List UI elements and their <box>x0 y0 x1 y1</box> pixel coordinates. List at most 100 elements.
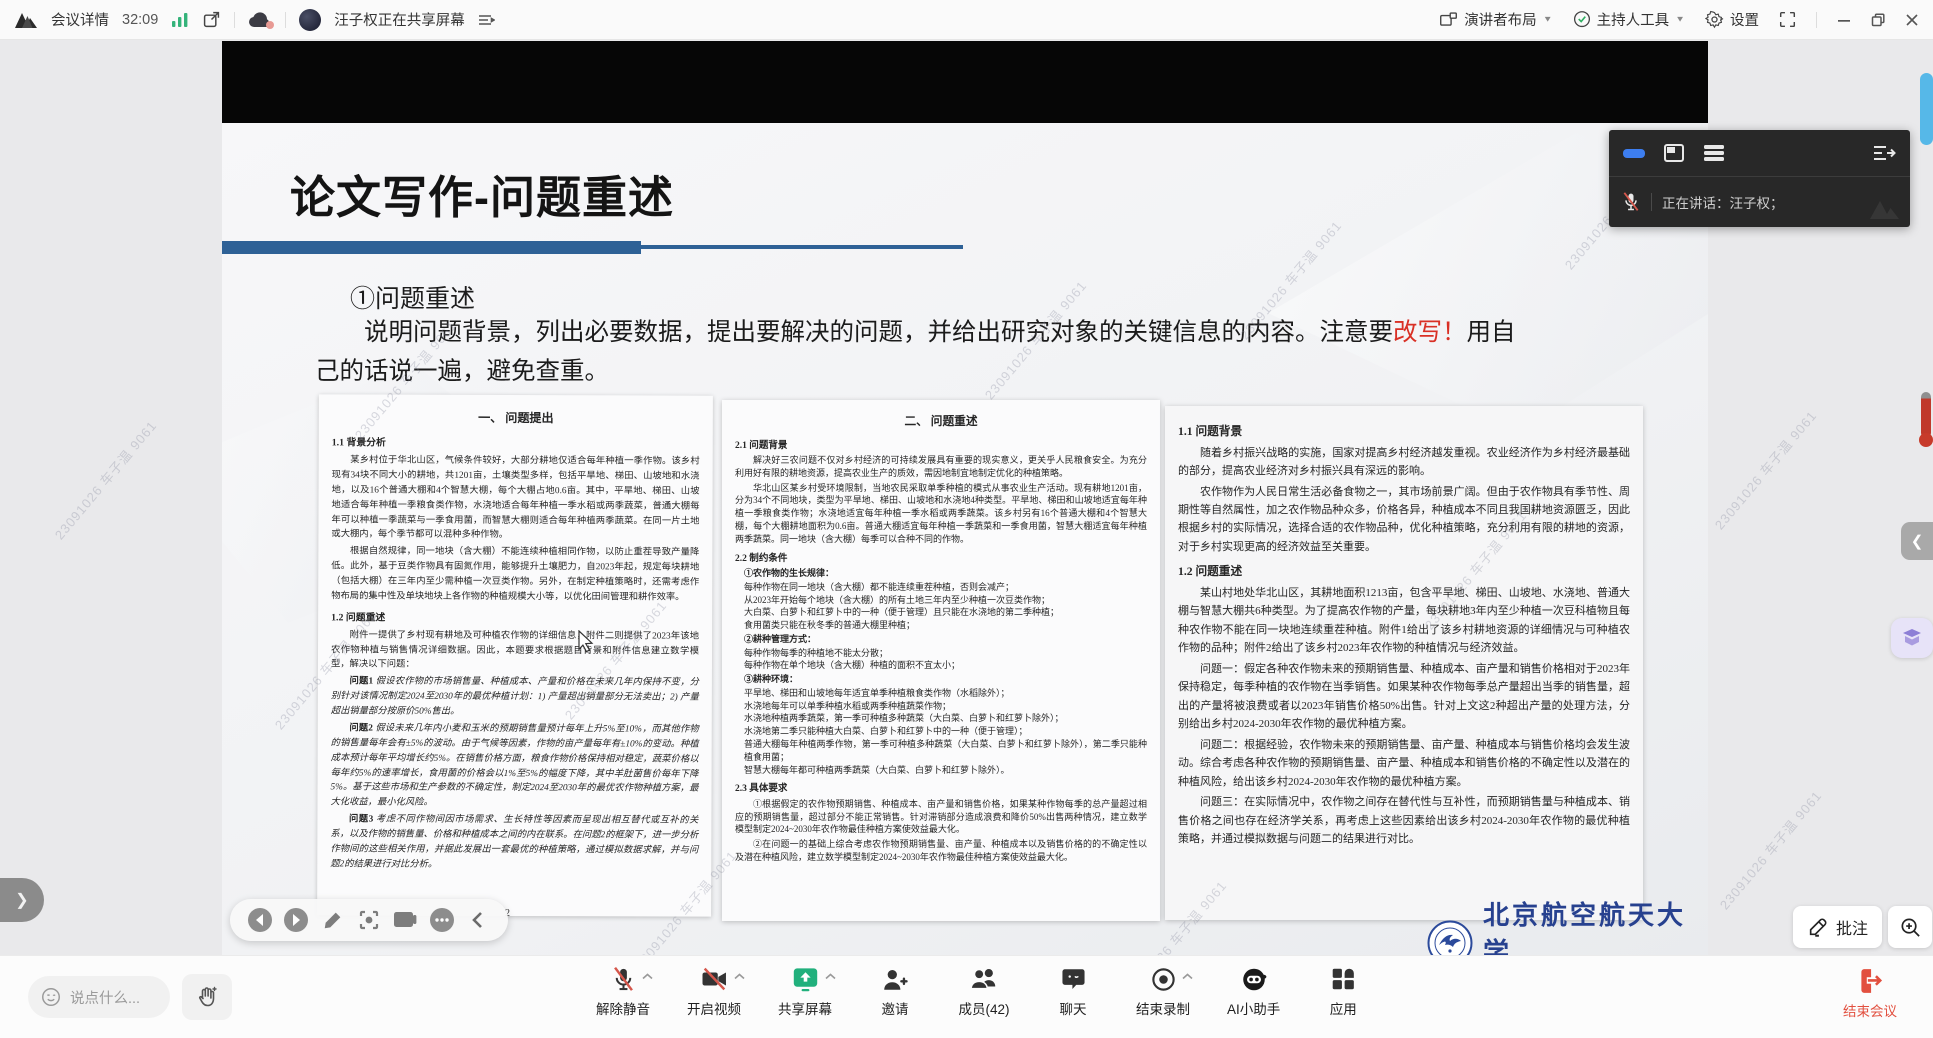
right-edge-expand-tab[interactable]: ❮ <box>1901 522 1933 560</box>
doc-block: 问题三：在实际情况中，农作物之间存在替代性与互补性，而预期销售量与种植成本、销售… <box>1178 793 1630 848</box>
doc-block: 问题二：根据经验，农作物未来的预期销售量、亩产量、种植成本与销售价格均会发生波动… <box>1178 736 1630 791</box>
layout-button[interactable]: 演讲者布局▼ <box>1439 9 1552 30</box>
doc-block: 水浇地每年可以单季种植水稻或两季种植蔬菜作物； <box>735 700 1147 713</box>
sharer-avatar[interactable] <box>299 9 321 31</box>
notes-float-button[interactable] <box>1891 618 1933 658</box>
host-tools-button[interactable]: 主持人工具▼ <box>1573 9 1685 30</box>
toolbar-button-apps[interactable]: 应用 <box>1317 964 1369 1018</box>
quick-chat-input[interactable]: 说点什么... <box>28 976 170 1018</box>
minimize-panel-button[interactable] <box>1623 149 1645 158</box>
raise-hand-button[interactable] <box>182 974 232 1020</box>
doc-block: ①农作物的生长规律： <box>735 567 1147 580</box>
toolbar-button-share-screen[interactable]: 共享屏幕 <box>778 964 832 1018</box>
settings-button[interactable]: 设置 <box>1705 9 1759 30</box>
network-signal-icon[interactable] <box>171 12 189 28</box>
toolbar-button-mic-muted[interactable]: 解除静音 <box>596 964 650 1018</box>
speaker-panel-controls <box>1609 130 1910 177</box>
record-stop-icon <box>1150 964 1177 994</box>
doc-block: 1.2 问题重述 <box>331 610 699 627</box>
divider <box>234 12 235 28</box>
thumbnail-view-icon[interactable] <box>1663 143 1685 163</box>
doc-block: 1.1 问题背景 <box>1178 422 1630 442</box>
toolbar-button-invite[interactable]: 邀请 <box>869 964 921 1018</box>
close-button[interactable] <box>1905 13 1919 27</box>
presentation-slide: 论文写作-问题重述 ①问题重述 说明问题背景，列出必要数据，提出要解决的问题，并… <box>222 123 1708 955</box>
doc-block: 2.3 具体要求 <box>735 782 1147 796</box>
fullscreen-icon[interactable] <box>1779 11 1796 28</box>
pen-tool-icon[interactable] <box>320 907 346 933</box>
speaker-panel: 正在讲话：汪子权； <box>1609 130 1910 227</box>
app-logo-icon[interactable] <box>14 11 38 29</box>
doc-block: 2.2 制约条件 <box>735 552 1147 566</box>
leave-meeting-icon <box>1856 966 1884 996</box>
laser-pointer-icon[interactable] <box>356 907 382 933</box>
chevron-up-icon[interactable] <box>825 973 836 980</box>
doc-block: 普通大棚每年种植两季作物，第一季可种植多种蔬菜（大白菜、白萝卜和红萝卜除外），第… <box>735 738 1147 764</box>
next-slide-button[interactable] <box>283 907 309 933</box>
prev-slide-button[interactable] <box>247 907 273 933</box>
scrollbar-thumb[interactable] <box>1920 73 1933 145</box>
divider <box>1816 12 1817 28</box>
doc-block: ②耕种管理方式： <box>735 633 1147 646</box>
list-view-icon[interactable] <box>1703 144 1725 162</box>
doc-block: 食用菌类只能在秋冬季的普通大棚里种植； <box>735 619 1147 632</box>
doc-block: 问题一：假定各种农作物未来的预期销售量、种植成本、亩产量和销售价格相对于2023… <box>1178 660 1630 734</box>
university-logo: 北京航空航天大学 B E I H A N G U N I V E R S I T… <box>1427 895 1708 955</box>
end-meeting-button[interactable]: 结束会议 <box>1843 966 1897 1020</box>
toolbar-button-label: 聊天 <box>1060 998 1087 1018</box>
members-icon <box>969 964 999 994</box>
doc-block: 问题1 假设农作物的市场销售量、种植成本、产量和价格在未来几年内保持不变，分别针… <box>331 675 699 721</box>
camera-capture-icon[interactable] <box>392 907 418 933</box>
minimize-button[interactable] <box>1837 13 1851 27</box>
toolbar-button-label: 结束录制 <box>1136 998 1190 1018</box>
document-page-2: 二、 问题重述2.1 问题背景解决好三农问题不仅对乡村经济的可持续发展具有重要的… <box>722 400 1160 921</box>
toolbar-button-camera-off[interactable]: 开启视频 <box>687 964 741 1018</box>
doc-block: 1.2 问题重述 <box>1178 562 1630 582</box>
chevron-up-icon[interactable] <box>642 973 653 980</box>
divider <box>285 12 286 28</box>
wink-smiley-icon <box>40 986 62 1008</box>
left-edge-expand-tab[interactable]: ❯ <box>0 878 44 922</box>
zoom-in-button[interactable] <box>1888 906 1932 948</box>
toolbar-button-ai-assistant[interactable]: AI小助手 <box>1227 964 1280 1018</box>
meeting-timer: 32:09 <box>122 12 158 28</box>
sharing-options-icon[interactable] <box>478 13 495 27</box>
main-toolbar: 解除静音开启视频 共享屏幕 邀请成员(42) 聊天 结束录制 AI小助手应用 <box>596 964 1369 1018</box>
ai-assistant-icon <box>1240 964 1268 994</box>
doc-block: 每种作物每季的种植地不能太分散； <box>735 647 1147 660</box>
meeting-details-button[interactable]: 会议详情 <box>51 9 109 30</box>
document-page-1: 一、 问题提出1.1 背景分析某乡村位于华北山区，气候条件较好，大部分耕地仅适合… <box>317 394 713 916</box>
camera-off-icon <box>700 964 729 994</box>
apps-icon <box>1330 964 1356 994</box>
more-options-button[interactable] <box>429 907 455 933</box>
doc-block: 二、 问题重述 <box>735 414 1147 431</box>
doc-block: 随着乡村振兴战略的实施，国家对提高乡村经济越发重视。农业经济作为乡村经济最基础的… <box>1178 444 1630 481</box>
annotate-tools: 批注 <box>1793 906 1932 948</box>
collapse-toolbar-icon[interactable] <box>465 907 491 933</box>
toolbar-button-members[interactable]: 成员(42) <box>958 964 1010 1018</box>
toolbar-button-label: 共享屏幕 <box>778 998 832 1018</box>
doc-block: ②在问题一的基础上综合考虑农作物预期销售量、亩产量、种植成本以及销售价格的的不确… <box>735 838 1147 864</box>
chevron-up-icon[interactable] <box>1182 973 1193 980</box>
doc-block: 平旱地、梯田和山坡地每年适宜单季种植粮食类作物（水稻除外）； <box>735 687 1147 700</box>
university-name-cn: 北京航空航天大学 <box>1483 895 1708 955</box>
collapse-panel-icon[interactable] <box>1872 144 1896 162</box>
pop-out-icon[interactable] <box>202 10 221 29</box>
slide-letterbox <box>222 41 1708 123</box>
chevron-up-icon[interactable] <box>734 973 745 980</box>
beihang-seal-icon <box>1427 920 1473 956</box>
bottom-control-bar: 说点什么... 解除静音开启视频 共享屏幕 邀请成员(42) 聊天 结束录制 AI小助手应… <box>0 955 1933 1038</box>
doc-block: 问题3 考虑不同作物间因市场需求、生长特性等因素而呈现出相互替代或互补的关系，以… <box>330 812 698 873</box>
doc-block: 农作物作为人民日常生活必备食物之一，其市场前景广阔。但由于农作物具有季节性、周期… <box>1178 483 1630 557</box>
annotate-button[interactable]: 批注 <box>1793 906 1882 948</box>
body-text-red: 改写！ <box>1393 319 1467 346</box>
cloud-record-icon[interactable] <box>248 11 272 28</box>
toolbar-button-chat[interactable]: 聊天 <box>1047 964 1099 1018</box>
title-underline-thin <box>641 245 963 249</box>
restore-button[interactable] <box>1871 13 1885 27</box>
toolbar-button-label: 开启视频 <box>687 998 741 1018</box>
toolbar-button-record-stop[interactable]: 结束录制 <box>1136 964 1190 1018</box>
speaking-now-label: 正在讲话：汪子权； <box>1662 192 1784 212</box>
doc-block: 每种作物在同一地块（含大棚）都不能连续重茬种植，否则会减产； <box>735 581 1147 594</box>
end-meeting-label: 结束会议 <box>1843 1000 1897 1020</box>
